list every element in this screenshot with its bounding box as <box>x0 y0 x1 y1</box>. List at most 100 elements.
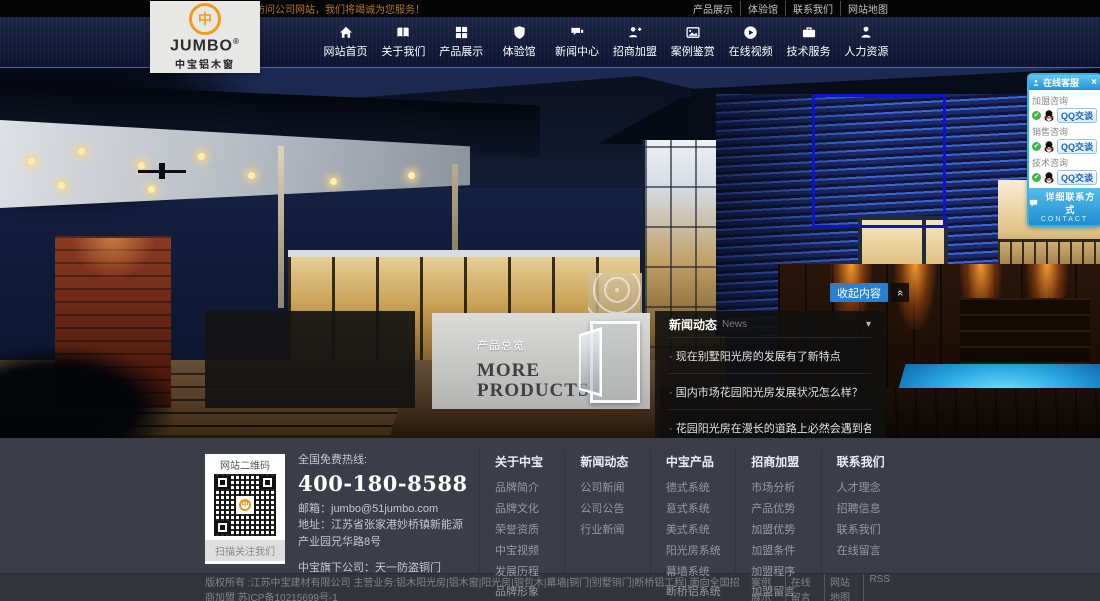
qq-penguin-icon <box>1043 171 1055 184</box>
hero-banner: 产品总览 MOREPRODUCTS 新闻动态 News ▾ 现在别墅阳光房的发展… <box>0 68 1100 438</box>
footer-link[interactable]: 产品优势 <box>751 499 809 520</box>
footer-link[interactable]: 联系我们 <box>837 520 895 541</box>
chat-bubble-icon <box>1029 198 1039 208</box>
collapse-arrows-icon[interactable]: « <box>891 283 909 302</box>
topbar-link-sitemap[interactable]: 网站地图 <box>840 1 895 16</box>
news-panel: 新闻动态 News ▾ 现在别墅阳光房的发展有了新特点 国内市场花园阳光房发展状… <box>655 311 885 438</box>
nav-item-franchise[interactable]: 招商加盟 <box>606 17 663 67</box>
qq-chat-button[interactable]: QQ交谈 <box>1057 170 1097 185</box>
collapse-content-button[interactable]: 收起内容 <box>830 283 888 302</box>
play-icon <box>743 25 758 40</box>
logo-subtitle: 中宝铝木窗 <box>175 56 235 71</box>
footer-link[interactable]: 德式系统 <box>666 478 724 499</box>
footer-link[interactable]: 阳光房系统 <box>666 541 724 562</box>
footer-link[interactable]: 行业新闻 <box>580 520 638 541</box>
qq-group-label: 加盟咨询 <box>1032 94 1097 107</box>
qq-group-label: 技术咨询 <box>1032 156 1097 169</box>
book-icon <box>395 25 411 40</box>
online-status-icon: ✔ <box>1032 142 1041 151</box>
photo-icon <box>685 25 701 40</box>
qq-chat-button[interactable]: QQ交谈 <box>1057 108 1097 123</box>
online-status-icon: ✔ <box>1032 111 1041 120</box>
home-icon <box>338 25 354 40</box>
qr-card: 网站二维码 中 扫描关注我们 <box>205 454 285 564</box>
footer-link[interactable]: 美式系统 <box>666 520 724 541</box>
news-subtitle: News <box>722 319 861 330</box>
bottom-link-cases[interactable]: 案例展示 <box>746 574 784 601</box>
qq-penguin-icon <box>1043 140 1055 153</box>
qr-title: 网站二维码 <box>205 454 285 474</box>
topbar-link-products[interactable]: 产品展示 <box>686 1 740 16</box>
copyright-text: 版权所有 :江苏中宝建材有限公司 主营业务:铝木阳光房|铝木窗|阳光房|铜包木|… <box>205 574 746 601</box>
news-item[interactable]: 花园阳光房在漫长的道路上必然会遇到各种挑战 <box>669 409 871 438</box>
nav-item-home[interactable]: 网站首页 <box>317 17 374 67</box>
nav-item-about[interactable]: 关于我们 <box>375 17 432 67</box>
news-title: 新闻动态 <box>669 316 717 333</box>
window-graphic <box>568 321 640 401</box>
news-item[interactable]: 现在别墅阳光房的发展有了新特点 <box>669 337 871 373</box>
nav-item-products[interactable]: 产品展示 <box>433 17 490 67</box>
footer-link[interactable]: 公司公告 <box>580 499 638 520</box>
footer-link[interactable]: 意式系统 <box>666 499 724 520</box>
person-icon <box>858 25 874 40</box>
footer-link[interactable]: 人才理念 <box>837 478 895 499</box>
ceiling-fan <box>138 170 186 173</box>
news-item[interactable]: 国内市场花园阳光房发展状况怎么样？ <box>669 373 871 409</box>
topbar-link-contact[interactable]: 联系我们 <box>785 1 840 16</box>
bottom-links: 案例展示 在线留言 网站地图 RSS <box>746 574 895 601</box>
news-dropdown-icon[interactable]: ▾ <box>866 319 871 330</box>
qq-chat-button[interactable]: QQ交谈 <box>1057 139 1097 154</box>
more-products-panel[interactable]: 产品总览 MOREPRODUCTS <box>432 313 650 409</box>
footer: 网站二维码 中 扫描关注我们 全国免费热线: 400-180-8588 邮箱：j… <box>0 438 1100 573</box>
topbar-link-experience[interactable]: 体验馆 <box>740 1 785 16</box>
footer-link[interactable]: 加盟条件 <box>751 541 809 562</box>
footer-link[interactable]: 中宝视频 <box>495 541 553 562</box>
qr-center-logo: 中 <box>236 496 254 514</box>
footer-link[interactable]: 招聘信息 <box>837 499 895 520</box>
company-logo[interactable]: 中 JUMBO® 中宝铝木窗 <box>150 1 260 73</box>
topbar-quick-links: 产品展示 体验馆 联系我们 网站地图 <box>686 1 895 16</box>
hotline-label: 全国免费热线: <box>298 452 468 469</box>
nav-item-video[interactable]: 在线视频 <box>722 17 779 67</box>
email-value[interactable]: jumbo@51jumbo.com <box>331 503 438 515</box>
logo-emblem-icon: 中 <box>189 3 221 35</box>
main-menu: 网站首页 关于我们 产品展示 体验馆 新闻中心 招商加盟 案例鉴赏 <box>317 17 895 67</box>
footer-link[interactable]: 荣誉资质 <box>495 520 553 541</box>
foreground-shrub <box>0 348 170 438</box>
online-status-icon: ✔ <box>1032 173 1041 182</box>
chat-icon <box>569 25 585 40</box>
footer-link[interactable]: 公司新闻 <box>580 478 638 499</box>
footer-link[interactable]: 市场分析 <box>751 478 809 499</box>
contact-details-button[interactable]: 详细联系方式 CONTACT <box>1029 188 1100 225</box>
carousel-dark-panel <box>205 311 415 408</box>
grid-icon <box>454 25 469 40</box>
bottom-link-sitemap[interactable]: 网站地图 <box>824 574 863 601</box>
shield-icon <box>512 25 527 40</box>
email-row: 邮箱：jumbo@51jumbo.com <box>298 501 468 518</box>
nav-item-news[interactable]: 新闻中心 <box>549 17 606 67</box>
bottom-link-rss[interactable]: RSS <box>863 574 895 601</box>
nav-item-experience[interactable]: 体验馆 <box>491 17 548 67</box>
porch-post <box>278 146 284 308</box>
hotline-phone: 400-180-8588 <box>298 471 468 496</box>
footer-link[interactable]: 品牌文化 <box>495 499 553 520</box>
wall-light-glow <box>70 238 156 280</box>
close-icon[interactable]: × <box>1091 78 1097 88</box>
qq-group-label: 销售咨询 <box>1032 125 1097 138</box>
nav-item-tech-service[interactable]: 技术服务 <box>780 17 837 67</box>
address-row: 地址：江苏省张家港妙桥镇新能源产业园兄华路8号 <box>298 517 468 550</box>
qq-penguin-icon <box>1043 109 1055 122</box>
selection-rectangle <box>812 94 946 228</box>
footer-link[interactable]: 品牌简介 <box>495 478 553 499</box>
footer-link[interactable]: 加盟优势 <box>751 520 809 541</box>
qr-code: 中 <box>214 474 276 536</box>
nav-item-hr[interactable]: 人力资源 <box>838 17 895 67</box>
online-service-widget: 在线客服 × 加盟咨询 ✔ QQ交谈 销售咨询 ✔ QQ交谈 技术咨询 ✔ QQ… <box>1027 73 1100 227</box>
logo-brand-text: JUMBO® <box>170 37 240 55</box>
briefcase-icon <box>801 25 817 40</box>
bottom-bar: 版权所有 :江苏中宝建材有限公司 主营业务:铝木阳光房|铝木窗|阳光房|铜包木|… <box>0 573 1100 601</box>
service-person-icon <box>1032 79 1040 87</box>
bottom-link-message[interactable]: 在线留言 <box>785 574 824 601</box>
nav-item-cases[interactable]: 案例鉴赏 <box>664 17 721 67</box>
footer-link[interactable]: 在线留言 <box>837 541 895 562</box>
